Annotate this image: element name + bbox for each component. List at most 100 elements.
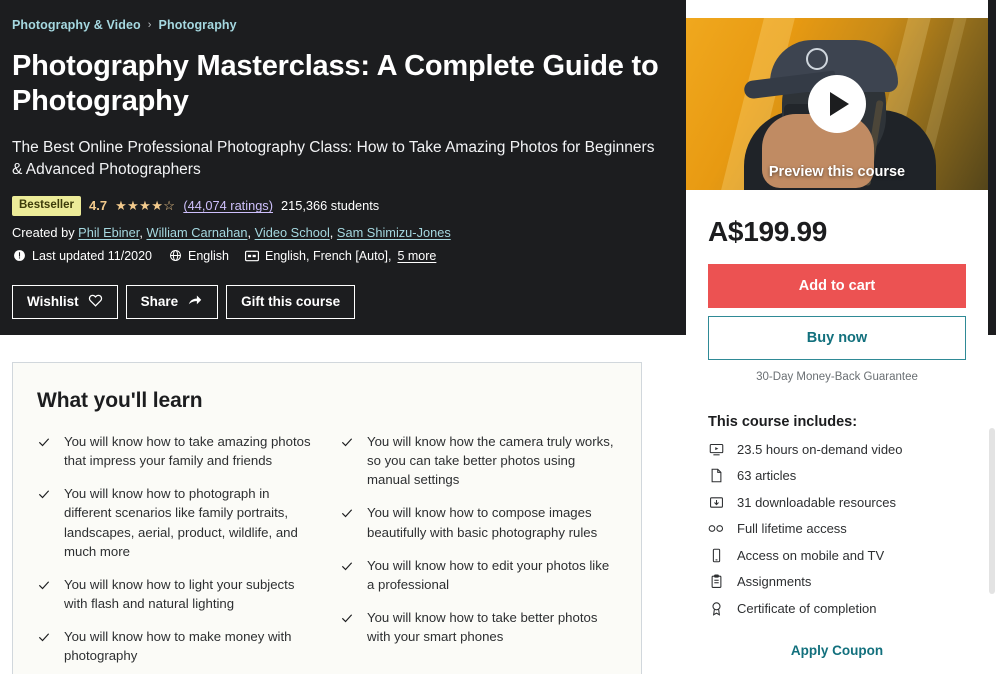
course-meta-row: Last updated 11/2020 English English, Fr… [12,249,672,263]
list-item: You will know how the camera truly works… [340,432,617,489]
gift-this-course-button[interactable]: Gift this course [226,284,356,319]
last-updated-meta: Last updated 11/2020 [12,249,152,263]
list-item: You will know how to edit your photos li… [340,556,617,594]
assignment-icon [708,574,724,590]
captions-meta: English, French [Auto], 5 more [245,249,436,263]
check-icon [340,506,354,525]
learn-item-text: You will know how to take amazing photos… [64,434,311,469]
course-hero: Photography & Video › Photography Photog… [0,0,686,335]
mobile-icon [708,547,724,563]
heart-icon [88,293,103,311]
last-updated-text: Last updated 11/2020 [32,248,153,263]
closed-caption-icon [245,249,260,263]
learn-item-text: You will know how to make money with pho… [64,629,292,664]
list-item: Access on mobile and TV [708,547,966,563]
includes-section-title: This course includes: [708,414,858,430]
scrollbar-thumb[interactable] [989,428,995,594]
includes-item-text: Access on mobile and TV [737,547,885,563]
check-icon [340,559,354,578]
list-item: Full lifetime access [708,521,966,537]
certificate-icon [708,600,724,616]
list-item: You will know how to compose images beau… [340,503,617,541]
share-arrow-icon [187,293,203,311]
learn-column-right: You will know how the camera truly works… [340,432,617,665]
star-rating-icon: ★★★★☆ [115,197,176,213]
wishlist-label: Wishlist [27,294,79,310]
breadcrumb-item-category[interactable]: Photography & Video [12,18,141,32]
instructor-link-3[interactable]: Video School [255,225,330,240]
wishlist-button[interactable]: Wishlist [12,284,118,319]
apply-coupon-link[interactable]: Apply Coupon [708,643,966,658]
includes-item-text: Certificate of completion [737,600,877,616]
check-icon [37,487,51,506]
course-subtitle: The Best Online Professional Photography… [12,138,655,178]
list-item: 63 articles [708,468,966,484]
includes-item-text: 23.5 hours on-demand video [737,441,903,457]
list-item: Assignments [708,574,966,590]
preview-video-thumbnail[interactable]: Preview this course [686,18,988,190]
includes-item-text: 31 downloadable resources [737,494,896,510]
check-icon [37,435,51,454]
page-title: Photography Masterclass: A Complete Guid… [12,50,659,118]
includes-item-text: 63 articles [737,468,797,483]
language-meta: English [168,249,229,263]
course-actions: Wishlist Share Gift this course [12,284,672,319]
gift-label: Gift this course [241,294,341,310]
breadcrumb-item-subcategory[interactable]: Photography [159,18,237,32]
learn-section-title: What you'll learn [37,389,203,412]
course-body: What you'll learn You will know how to t… [0,335,686,674]
ratings-count-link[interactable]: (44,074 ratings) [183,198,273,213]
list-item: You will know how to make money with pho… [37,627,314,665]
rating-row: Bestseller 4.7 ★★★★☆ (44,074 ratings) 21… [12,195,672,216]
list-item: You will know how to light your subjects… [37,575,314,613]
globe-icon [168,249,182,263]
instructor-link-4[interactable]: Sam Shimizu-Jones [337,225,451,240]
learn-item-text: You will know how to edit your photos li… [367,557,610,592]
share-label: Share [140,294,179,310]
what-you-will-learn-card: What you'll learn You will know how to t… [12,362,642,674]
money-back-guarantee-text: 30-Day Money-Back Guarantee [756,371,918,383]
scrollbar[interactable] [988,0,996,674]
learn-column-left: You will know how to take amazing photos… [37,432,314,665]
buy-now-button[interactable]: Buy now [708,316,966,360]
check-icon [340,435,354,454]
status-badge: Bestseller [12,195,81,216]
learn-item-text: You will know how to take better photos … [367,609,598,645]
captions-text: English, French [Auto], [265,248,392,263]
students-count: 215,366 students [280,198,380,214]
play-icon[interactable] [808,75,866,133]
check-icon [340,611,354,630]
learn-grid: You will know how to take amazing photos… [37,432,617,665]
download-icon [708,494,724,510]
learn-item-text: You will know how to photograph in diffe… [64,486,298,559]
list-item: 31 downloadable resources [708,494,966,510]
rating-value: 4.7 [88,198,108,214]
instructor-link-1[interactable]: Phil Ebiner [78,225,139,240]
add-to-cart-button[interactable]: Add to cart [708,264,966,308]
list-item: You will know how to take amazing photos… [37,432,314,470]
info-circle-icon [12,249,26,263]
captions-more-link[interactable]: 5 more [397,249,436,263]
list-item: You will know how to photograph in diffe… [37,484,314,561]
list-item: Certificate of completion [708,600,966,616]
learn-item-text: You will know how to light your subjects… [64,576,295,611]
includes-item-text: Assignments [737,574,812,589]
list-item: 23.5 hours on-demand video [708,441,966,457]
breadcrumb-separator-icon: › [147,19,152,31]
infinity-icon [708,521,724,537]
preview-this-course-label: Preview this course [768,164,906,180]
share-button[interactable]: Share [125,284,219,319]
includes-item-text: Full lifetime access [737,521,847,536]
video-icon [708,441,724,457]
article-icon [708,468,724,484]
instructor-link-2[interactable]: William Carnahan [146,225,247,240]
includes-list: 23.5 hours on-demand video 63 articles 3… [708,441,966,616]
language-text: English [188,248,230,263]
purchase-sidebar: Preview this course A$199.99 Add to cart… [686,0,988,674]
check-icon [37,630,51,649]
instructors-row: Created by Phil Ebiner, William Carnahan… [12,224,451,240]
created-by-label: Created by [12,224,75,240]
learn-item-text: You will know how to compose images beau… [367,505,598,540]
learn-item-text: You will know how the camera truly works… [367,434,614,488]
list-item: You will know how to take better photos … [340,608,617,646]
